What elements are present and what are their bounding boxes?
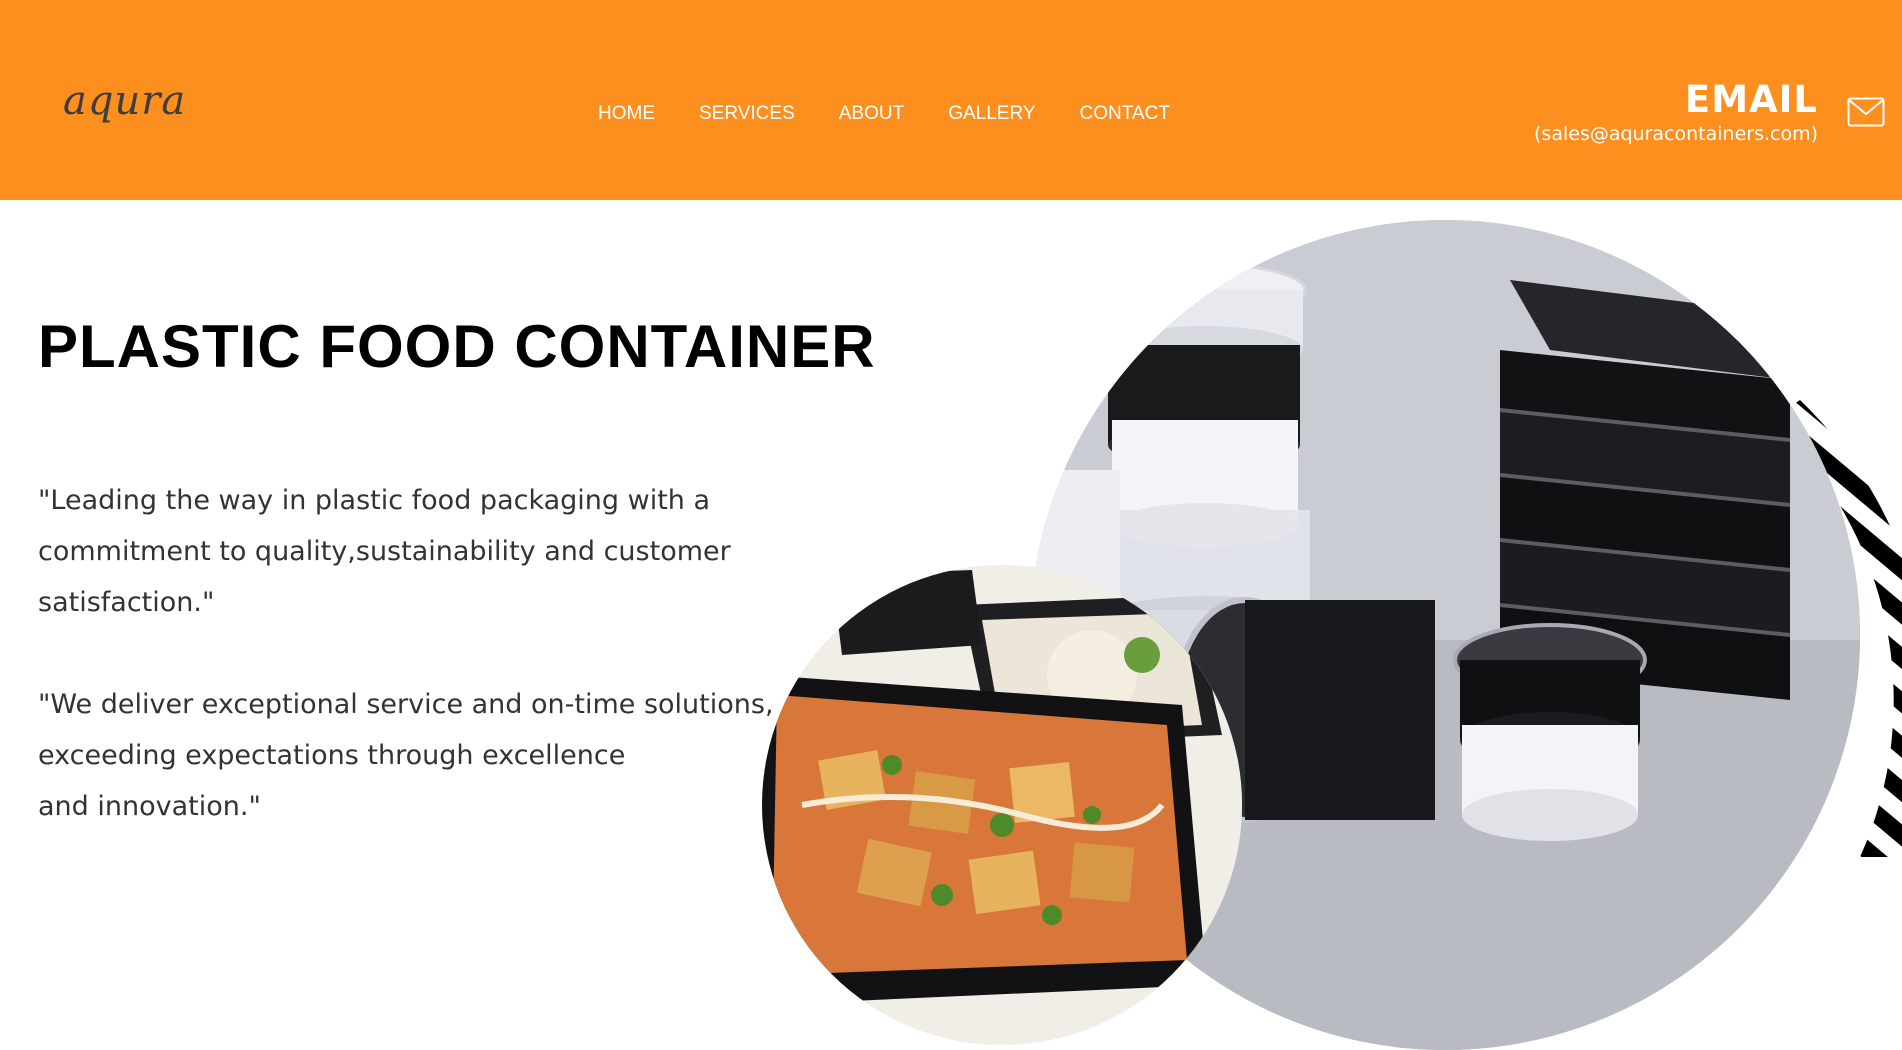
quote-line: commitment to quality,sustainability and… <box>38 536 731 567</box>
product-photo-food <box>762 565 1242 1045</box>
nav-home[interactable]: HOME <box>598 103 655 125</box>
hero-title: PLASTIC FOOD CONTAINER <box>38 313 876 380</box>
main-nav: HOME SERVICES ABOUT GALLERY CONTACT <box>598 103 1214 125</box>
quote-line: "We deliver exceptional service and on-t… <box>38 689 774 720</box>
email-contact-block: EMAIL (sales@aquracontainers.com) <box>1534 78 1818 146</box>
quote-line: and innovation." <box>38 791 261 822</box>
email-address[interactable]: (sales@aquracontainers.com) <box>1534 122 1818 146</box>
nav-about[interactable]: ABOUT <box>839 103 904 125</box>
site-header: aqura HOME SERVICES ABOUT GALLERY CONTAC… <box>0 0 1902 200</box>
site-logo[interactable]: aqura <box>63 78 186 124</box>
nav-services[interactable]: SERVICES <box>699 103 795 125</box>
hero-quote-leading: "Leading the way in plastic food packagi… <box>38 475 778 628</box>
nav-gallery[interactable]: GALLERY <box>948 103 1035 125</box>
hero-quote-service: "We deliver exceptional service and on-t… <box>38 679 798 832</box>
nav-contact[interactable]: CONTACT <box>1080 103 1170 125</box>
mail-icon[interactable] <box>1847 97 1885 127</box>
quote-line: exceeding expectations through excellenc… <box>38 740 626 771</box>
food-illustration <box>762 565 1242 1045</box>
quote-line: "Leading the way in plastic food packagi… <box>38 485 711 516</box>
email-title: EMAIL <box>1684 78 1818 121</box>
quote-line: satisfaction." <box>38 587 215 618</box>
